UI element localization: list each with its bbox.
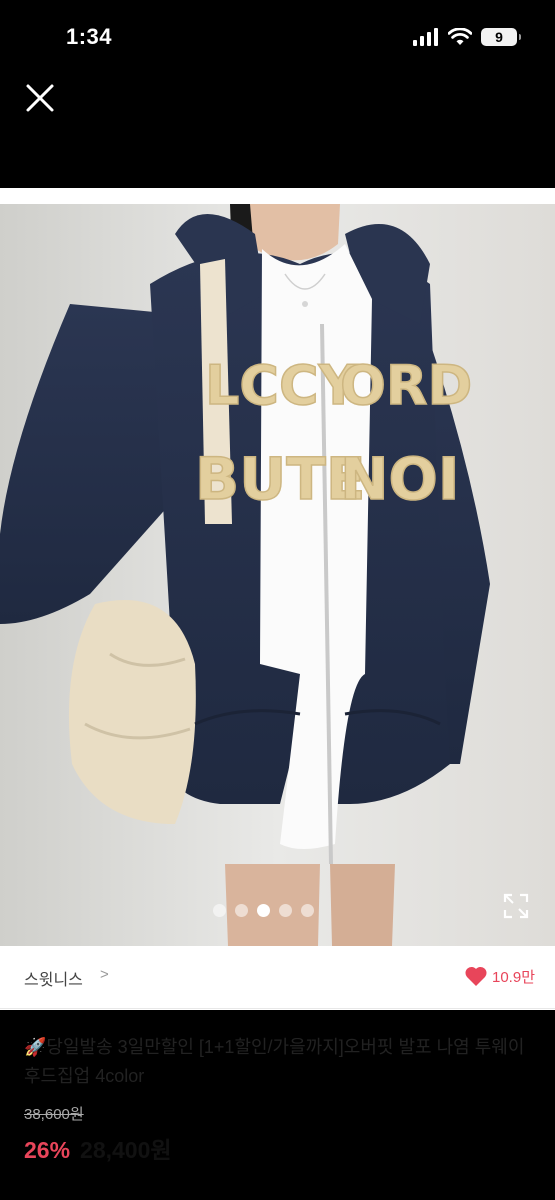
carousel-dot-active[interactable] — [257, 904, 270, 917]
like-button[interactable]: 10.9만 — [464, 965, 535, 987]
status-icons: 9 — [413, 24, 521, 50]
close-button[interactable] — [22, 80, 58, 116]
svg-text:LCCY: LCCY — [205, 354, 359, 417]
discount-rate: 26% — [24, 1137, 71, 1163]
battery-icon: 9 — [481, 28, 521, 46]
signal-icon — [413, 28, 438, 46]
seller-row: 스윗니스 > 10.9만 — [0, 946, 555, 1009]
carousel-dot[interactable] — [213, 904, 226, 917]
expand-icon — [503, 893, 529, 919]
status-bar: 1:34 9 — [0, 0, 555, 75]
product-sheet: LCCY ORD BUTE NOI 스윗니스 > 10.9만 🚀당일발송 3일만… — [0, 188, 555, 1163]
chevron-right-icon[interactable]: > — [100, 966, 109, 983]
price-row: 26% 28,400원 — [24, 1131, 172, 1165]
wifi-icon — [448, 28, 472, 45]
original-price: 38,600원 — [24, 1106, 84, 1123]
seller-name[interactable]: 스윗니스 — [24, 966, 83, 990]
svg-text:ORD: ORD — [340, 354, 472, 417]
like-count: 10.9만 — [492, 968, 535, 986]
carousel-dots — [213, 904, 314, 917]
sale-price: 28,400원 — [80, 1137, 172, 1163]
product-image[interactable]: LCCY ORD BUTE NOI — [0, 204, 555, 946]
expand-button[interactable] — [503, 893, 529, 919]
heart-icon — [465, 966, 487, 986]
status-time: 1:34 — [66, 24, 113, 49]
battery-level: 9 — [495, 29, 503, 45]
product-title: 🚀당일발송 3일만할인 [1+1할인/가을까지]오버핏 발포 나염 투웨이 후드… — [24, 1037, 525, 1086]
carousel-dot[interactable] — [279, 904, 292, 917]
svg-text:NOI: NOI — [340, 445, 459, 513]
carousel-dot[interactable] — [301, 904, 314, 917]
hoodie-photo: LCCY ORD BUTE NOI — [0, 204, 555, 946]
carousel-dot[interactable] — [235, 904, 248, 917]
close-icon — [26, 84, 54, 112]
